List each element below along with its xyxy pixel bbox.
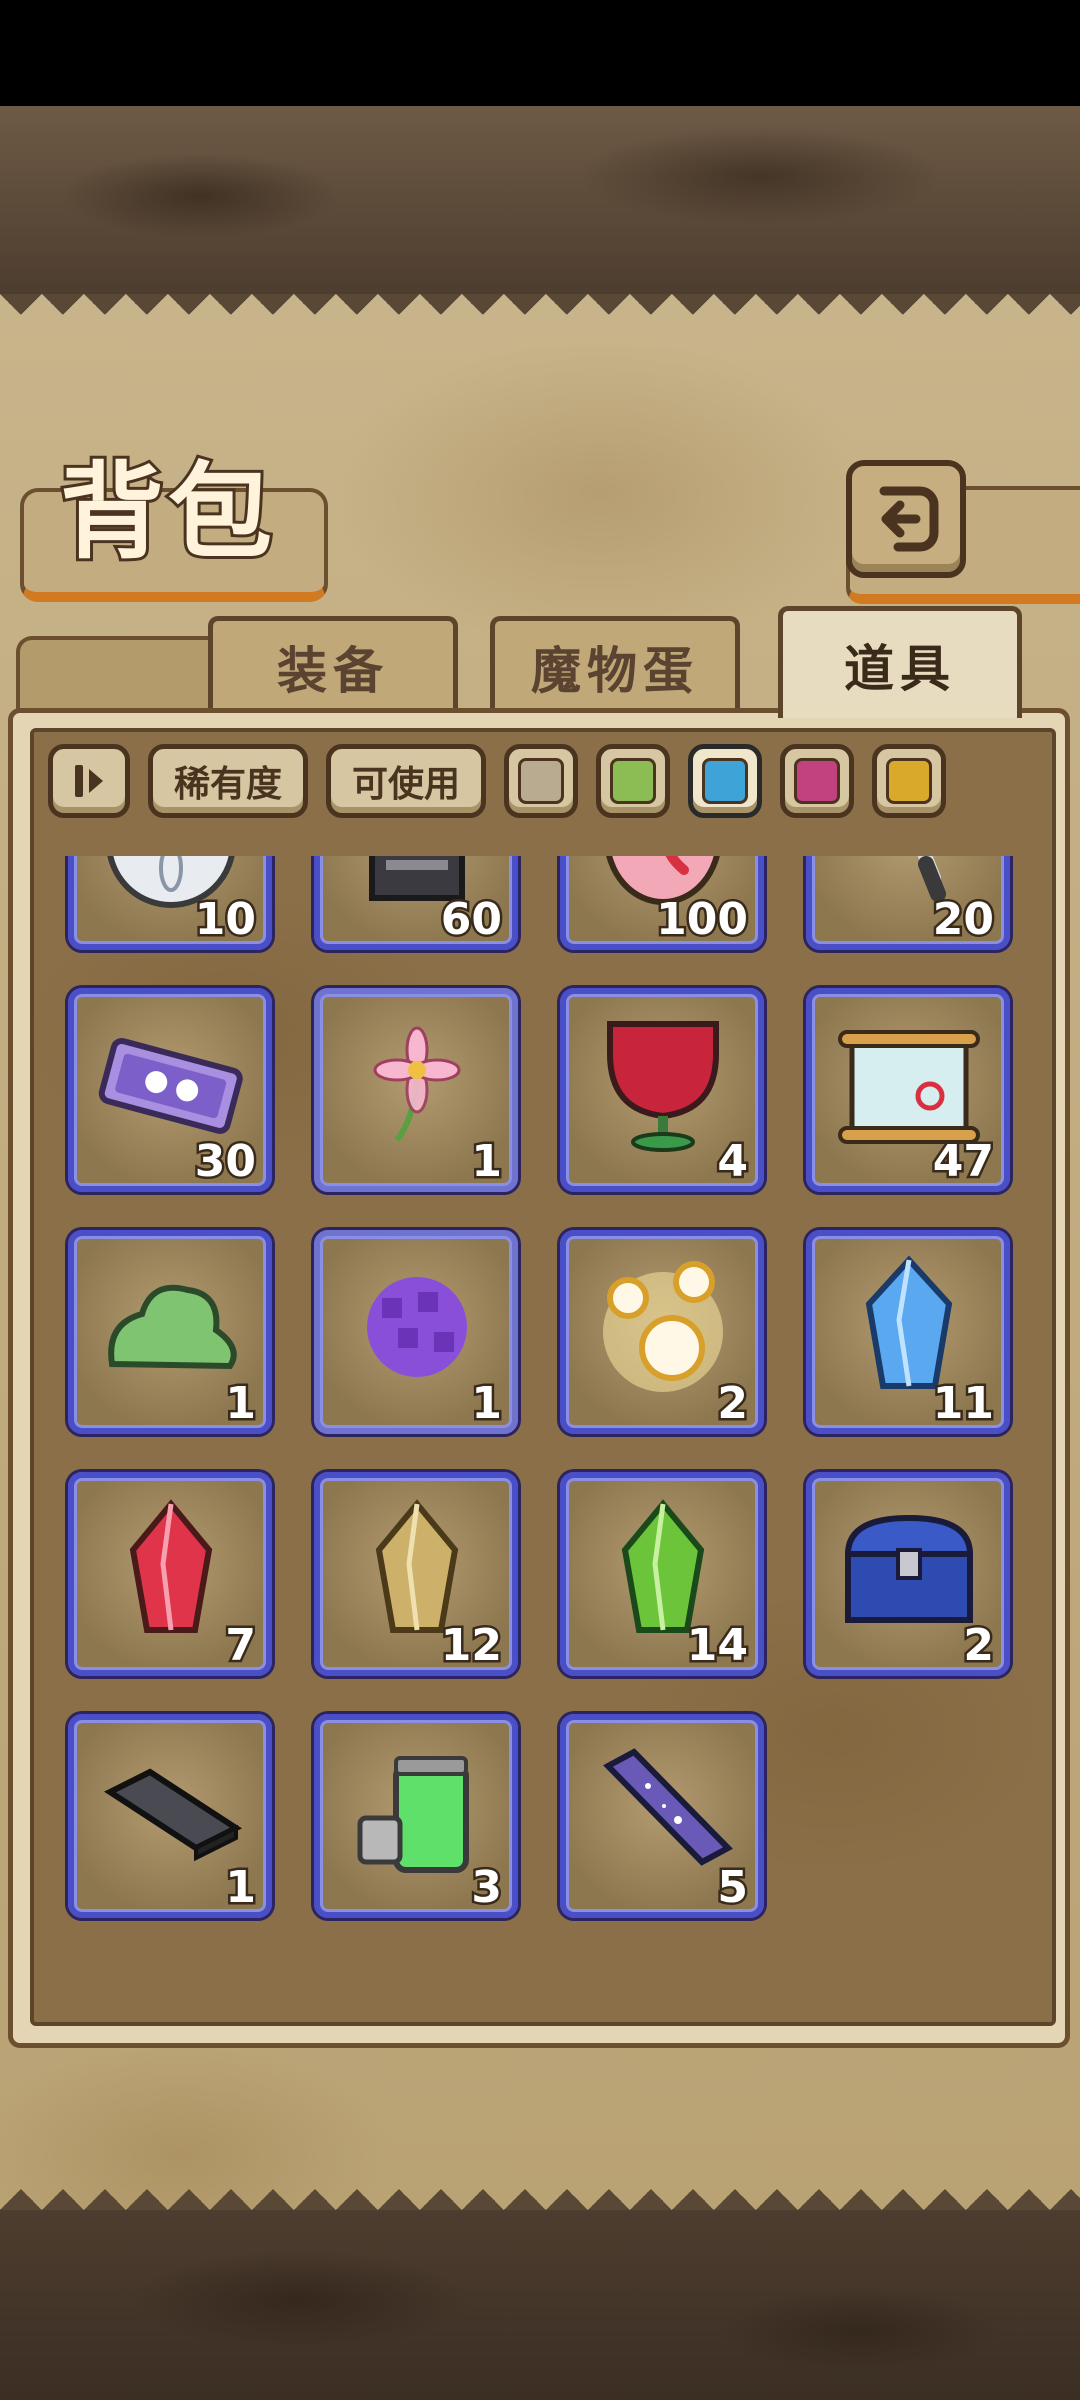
item-slot-golden-bubbles[interactable]: 2 [560, 1230, 764, 1434]
green-battery-icon [357, 1756, 469, 1873]
item-slot-pink-flower[interactable]: 1 [314, 988, 518, 1192]
item-count: 30 [192, 1136, 258, 1187]
starry-bar-icon [603, 1748, 733, 1866]
page-title: 背包 [57, 451, 277, 573]
item-slot-purple-berry[interactable]: 1 [314, 1230, 518, 1434]
filter-color-green[interactable] [596, 744, 670, 818]
item-slot-treasure-map-scroll[interactable]: 47 [806, 988, 1010, 1192]
map-background-bottom [0, 2210, 1080, 2400]
tab-monster-eggs[interactable]: 魔物蛋 [490, 616, 740, 712]
item-slot-green-crystal[interactable]: 14 [560, 1472, 764, 1676]
item-slot-red-crystal[interactable]: 7 [68, 1472, 272, 1676]
item-slot-pink-candy[interactable]: 100 [560, 856, 764, 950]
gold-swatch [886, 758, 932, 804]
blue-swatch [702, 758, 748, 804]
item-count: 14 [684, 1620, 750, 1671]
item-slot-gold-crystal[interactable]: 12 [314, 1472, 518, 1676]
item-count: 1 [469, 1136, 505, 1187]
item-slot-starry-bar[interactable]: 5 [560, 1714, 764, 1918]
item-count: 7 [223, 1620, 259, 1671]
item-count: 3 [469, 1862, 505, 1913]
blue-treasure-chest-icon [844, 1514, 974, 1623]
item-slot-red-potion-goblet[interactable]: 4 [560, 988, 764, 1192]
item-count: 20 [930, 894, 996, 945]
item-count: 10 [192, 894, 258, 945]
item-count: 100 [654, 894, 751, 945]
item-count: 11 [930, 1378, 996, 1429]
item-slot-green-battery[interactable]: 3 [314, 1714, 518, 1918]
item-grid[interactable]: 10 60 100 20 30 1 4 47 1 1 2 11 7 12 14 … [30, 856, 1056, 2024]
item-count: 5 [715, 1862, 751, 1913]
item-count: 1 [469, 1378, 505, 1429]
item-count: 12 [438, 1620, 504, 1671]
item-slot-blue-treasure-chest[interactable]: 2 [806, 1472, 1010, 1676]
golden-bubbles-icon [603, 1261, 723, 1392]
pink-flower-icon [373, 1026, 461, 1142]
item-count: 1 [223, 1862, 259, 1913]
map-background-top [0, 106, 1080, 294]
black-bar-icon [103, 1768, 243, 1862]
item-slot-blue-crystal[interactable]: 11 [806, 1230, 1010, 1434]
return-arrow-icon [879, 486, 939, 552]
item-count: 1 [223, 1378, 259, 1429]
item-slot-black-bar[interactable]: 1 [68, 1714, 272, 1918]
item-slot-sd-card[interactable]: 60 [314, 856, 518, 950]
filter-color-gold[interactable] [872, 744, 946, 818]
rarity-sort-button[interactable]: 稀有度 [148, 744, 308, 818]
green-swatch [610, 758, 656, 804]
purple-berry-icon [367, 1277, 467, 1377]
green-slime-icon [108, 1284, 237, 1370]
item-count: 60 [438, 894, 504, 945]
status-bar [0, 0, 1080, 106]
usable-filter-button[interactable]: 可使用 [326, 744, 486, 818]
tab-equipment[interactable]: 装备 [208, 616, 458, 712]
item-slot-purple-ticket[interactable]: 30 [68, 988, 272, 1192]
magenta-swatch [794, 758, 840, 804]
filter-color-magenta[interactable] [780, 744, 854, 818]
item-slot-silver-flower-coin[interactable]: 10 [68, 856, 272, 950]
tab-items[interactable]: 道具 [778, 606, 1022, 718]
torn-edge-top [0, 294, 1080, 336]
gray-swatch [518, 758, 564, 804]
item-slot-scroll-rod[interactable]: 20 [806, 856, 1010, 950]
torn-edge-bottom [0, 2168, 1080, 2210]
item-count: 47 [930, 1136, 996, 1187]
item-count: 2 [715, 1378, 751, 1429]
item-count: 4 [715, 1136, 751, 1187]
sort-toggle-icon [75, 765, 103, 797]
item-slot-green-slime[interactable]: 1 [68, 1230, 272, 1434]
item-count: 2 [961, 1620, 997, 1671]
back-button[interactable] [846, 460, 966, 578]
filter-color-gray[interactable] [504, 744, 578, 818]
sort-toggle-button[interactable] [48, 744, 130, 818]
red-potion-goblet-icon [607, 1021, 719, 1152]
red-crystal-icon [129, 1499, 213, 1633]
filter-color-blue[interactable] [688, 744, 762, 818]
